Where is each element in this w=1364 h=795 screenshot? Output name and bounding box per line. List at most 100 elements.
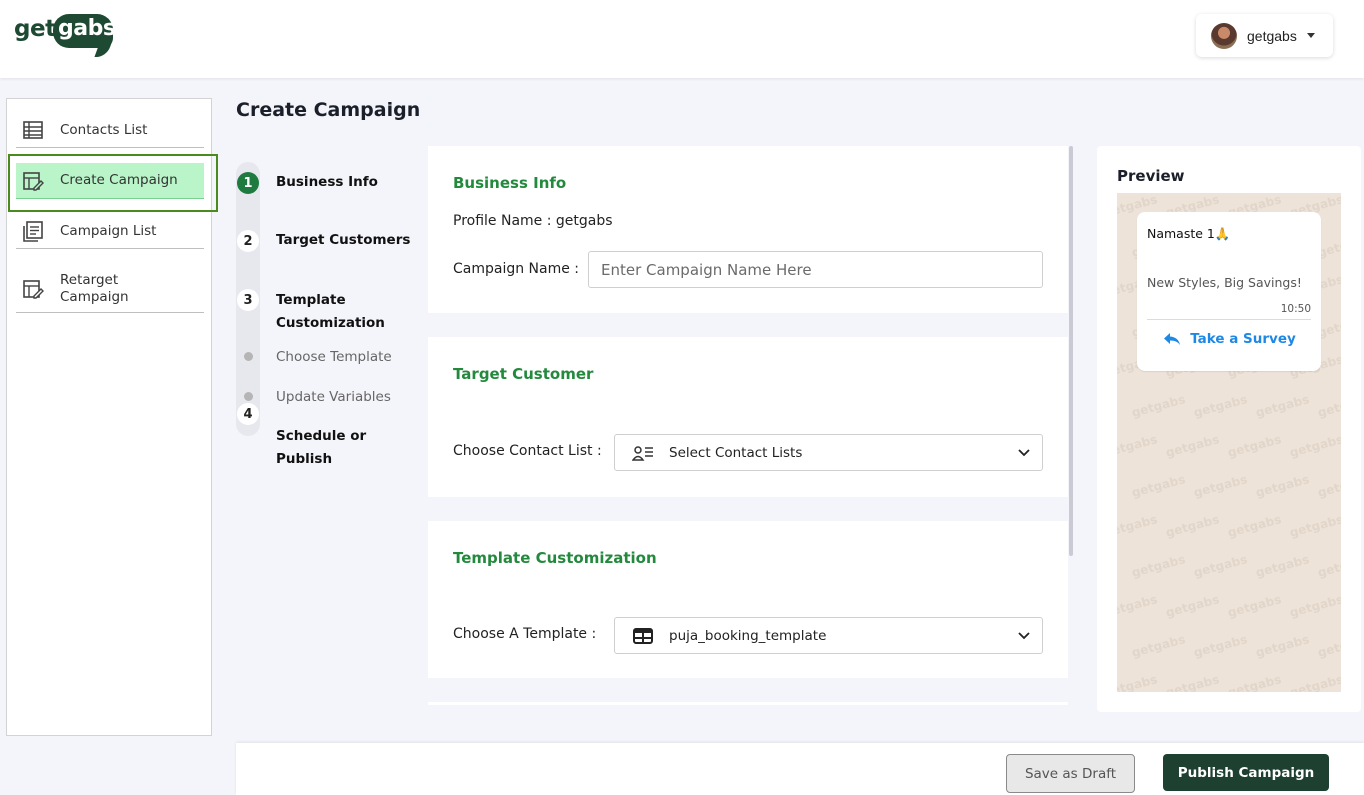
chat-watermark: getgabs [1192,392,1249,420]
target-customer-panel: Target Customer Choose Contact List : Se… [428,337,1068,497]
chevron-down-icon [1018,448,1030,456]
chat-watermark: getgabs [1226,592,1283,620]
template-customization-title: Template Customization [453,549,657,567]
step-1-number: 1 [237,172,259,194]
chat-watermark: getgabs [1130,392,1187,420]
chat-watermark: getgabs [1288,512,1341,540]
sidebar-item-retarget-campaign[interactable]: Retarget Campaign [16,265,204,313]
step-2-number: 2 [237,230,259,252]
sidebar-item-campaign-list[interactable]: Campaign List [16,214,204,249]
sidebar-item-create-campaign[interactable]: Create Campaign [16,163,204,199]
business-info-panel: Business Info Profile Name : getgabs Cam… [428,146,1068,313]
chat-watermark: getgabs [1254,552,1311,580]
chat-watermark: getgabs [1117,432,1159,460]
chat-watermark: getgabs [1254,392,1311,420]
chat-watermark: getgabs [1117,512,1159,540]
contact-list-value: Select Contact Lists [669,444,803,461]
message-bubble: Namaste 1🙏 New Styles, Big Savings! 10:5… [1137,212,1321,371]
preview-title: Preview [1117,167,1185,185]
chat-watermark: getgabs [1254,472,1311,500]
sidebar-item-label: Campaign List [60,222,157,239]
chat-watermark: getgabs [1117,592,1159,620]
campaign-list-icon [23,221,43,242]
chat-watermark: getgabs [1164,672,1221,692]
sidebar-item-label: Contacts List [60,121,148,138]
template-select[interactable]: puja_booking_template [614,617,1043,654]
action-footer: Save as Draft Publish Campaign [236,743,1364,795]
chat-watermark: getgabs [1316,552,1341,580]
chevron-down-icon [1018,631,1030,639]
template-customization-panel: Template Customization Choose A Template… [428,521,1068,678]
save-as-draft-button[interactable]: Save as Draft [1006,754,1135,793]
sidebar: Contacts List Create Campaign Campaign L… [6,98,218,736]
business-info-title: Business Info [453,174,567,192]
message-body: New Styles, Big Savings! [1147,275,1302,290]
chat-watermark: getgabs [1288,592,1341,620]
sidebar-item-label: Retarget Campaign [60,271,129,305]
chat-watermark: getgabs [1130,472,1187,500]
template-grid-icon [633,627,653,644]
chat-background: getgabs getgabs getgabs getgabs getgabs getga… [1117,193,1341,692]
campaign-name-label: Campaign Name : [453,261,580,277]
contact-list-label: Choose Contact List : [453,443,602,459]
step-3-number: 3 [237,289,259,311]
profile-name: Profile Name : getgabs [453,213,613,229]
chat-watermark: getgabs [1226,432,1283,460]
take-survey-button[interactable]: Take a Survey [1137,331,1321,347]
chat-watermark: getgabs [1226,512,1283,540]
message-time: 10:50 [1280,303,1311,315]
chat-watermark: getgabs [1226,672,1283,692]
step-schedule-or-publish[interactable]: Schedule or Publish [276,425,386,471]
chat-watermark: getgabs [1130,552,1187,580]
campaign-form: Business Info Profile Name : getgabs Cam… [428,146,1073,705]
chat-watermark: getgabs [1316,632,1341,660]
sidebar-item-contacts-list[interactable]: Contacts List [16,113,204,148]
form-scrollbar[interactable] [1069,146,1073,556]
logo-gabs-text: gabs [58,16,116,41]
chat-watermark: getgabs [1288,672,1341,692]
step-template-customization[interactable]: Template Customization [276,289,386,335]
chat-watermark: getgabs [1192,632,1249,660]
contact-list-select[interactable]: Select Contact Lists [614,434,1043,471]
substep-update-variables[interactable]: Update Variables [276,389,391,405]
message-header: Namaste 1🙏 [1147,226,1231,241]
chat-watermark: getgabs [1117,672,1159,692]
step-target-customers[interactable]: Target Customers [276,229,410,252]
chat-watermark: getgabs [1130,632,1187,660]
substep-dot [244,392,253,401]
chat-watermark: getgabs [1164,512,1221,540]
substep-dot [244,352,253,361]
caret-down-icon [1306,33,1315,38]
template-label: Choose A Template : [453,626,597,642]
edit-campaign-icon [23,171,44,191]
app-header: get gabs getgabs [0,0,1364,78]
publish-campaign-button[interactable]: Publish Campaign [1163,754,1329,791]
retarget-campaign-icon [23,279,44,299]
chat-watermark: getgabs [1254,632,1311,660]
chat-watermark: getgabs [1164,432,1221,460]
sidebar-item-label: Create Campaign [60,172,178,188]
preview-panel: Preview getgabs getgabs getgabs getgabs getg… [1097,146,1361,712]
campaign-name-input[interactable] [588,251,1043,288]
next-panel-edge [428,702,1068,705]
take-survey-label: Take a Survey [1190,331,1296,347]
table-list-icon [23,121,43,139]
message-divider [1147,319,1311,320]
chat-watermark: getgabs [1192,472,1249,500]
step-business-info[interactable]: Business Info [276,171,378,194]
logo-get-text: get [14,16,56,42]
reply-arrow-icon [1164,333,1181,345]
contact-list-icon [632,445,653,461]
user-name: getgabs [1247,27,1297,44]
step-4-number: 4 [237,403,259,425]
substep-choose-template[interactable]: Choose Template [276,349,392,365]
chat-watermark: getgabs [1316,392,1341,420]
avatar [1211,22,1237,49]
user-menu-dropdown[interactable]: getgabs [1196,14,1333,57]
chat-watermark: getgabs [1164,592,1221,620]
chat-watermark: getgabs [1192,552,1249,580]
template-value: puja_booking_template [669,627,827,644]
chat-watermark: getgabs [1316,472,1341,500]
chat-watermark: getgabs [1288,432,1341,460]
target-customer-title: Target Customer [453,365,594,383]
